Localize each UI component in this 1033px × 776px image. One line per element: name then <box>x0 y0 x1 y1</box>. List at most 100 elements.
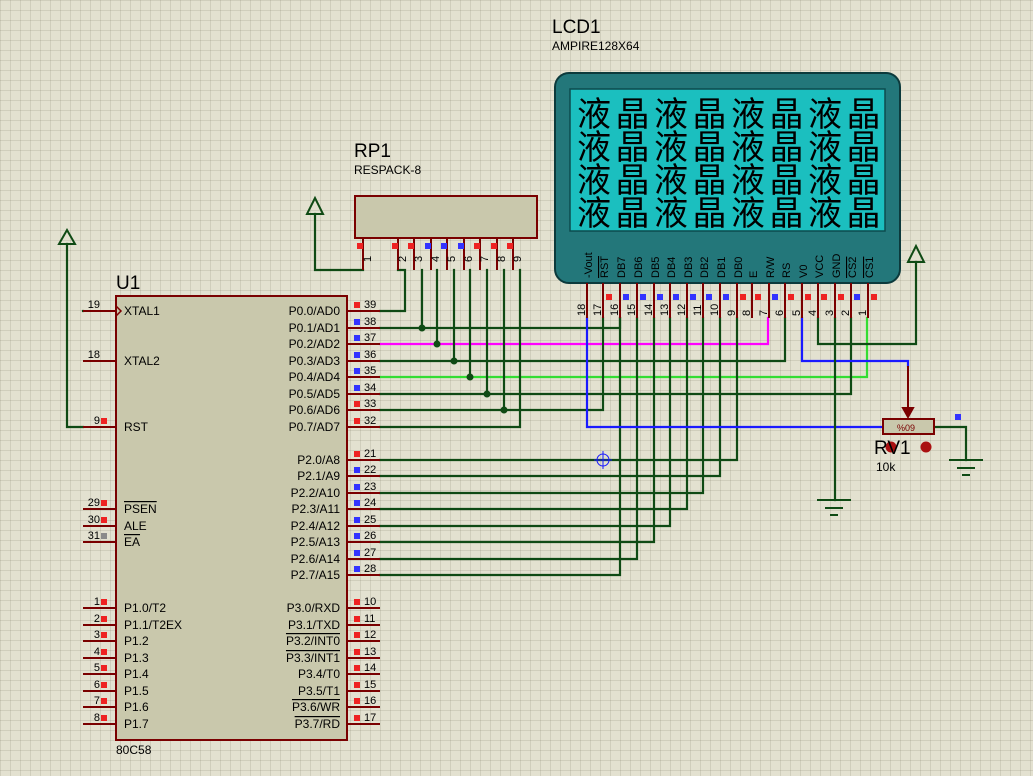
lcd1-part-label: AMPIRE128X64 <box>552 39 640 53</box>
wire <box>378 268 407 313</box>
lcd-pin-label: DB4 <box>666 257 678 278</box>
lcd-glyph: 晶 <box>616 194 650 234</box>
u1-pin-number: 38 <box>364 316 376 328</box>
u1-pin-label: P3.5/T1 <box>298 684 340 698</box>
lcd-pin-marker <box>640 294 646 300</box>
u1-pin-marker <box>101 715 107 721</box>
u1-pin-marker <box>101 500 107 506</box>
u1-pin-label: XTAL2 <box>124 354 160 368</box>
u1-pin-label: P3.7/RD <box>295 717 341 731</box>
u1-pin-marker <box>354 467 360 473</box>
rp1-resistor-pack[interactable]: RP1 RESPACK-8 1 23456789 <box>354 141 538 270</box>
lcd-pin-marker <box>838 294 844 300</box>
u1-pin-marker <box>354 533 360 539</box>
u1-pin-number: 14 <box>364 662 376 674</box>
u1-pin-label: P0.0/AD0 <box>289 304 341 318</box>
u1-pin-number: 19 <box>88 299 100 311</box>
wire <box>585 316 885 429</box>
lcd-pin-number: 18 <box>576 304 588 316</box>
lcd-pin-label: R/W <box>765 256 777 278</box>
u1-pin-number: 21 <box>364 448 376 460</box>
rp1-pin-number: 5 <box>446 256 458 262</box>
u1-pin-label: P3.3/INT1 <box>286 651 340 665</box>
junction-dot <box>500 406 508 414</box>
rp1-pin-marker <box>491 243 497 249</box>
lcd-pin-number: 14 <box>643 304 655 316</box>
u1-pin-number: 30 <box>88 514 100 526</box>
lcd1-display[interactable]: 液晶液晶液晶液晶液晶液晶液晶液晶液晶液晶液晶液晶液晶液晶液晶液晶 LCD1 AM… <box>552 17 901 318</box>
u1-pin-number: 25 <box>364 514 376 526</box>
lcd-glyph: 液 <box>808 194 842 234</box>
lcd-pin-label: GND <box>831 254 843 279</box>
schematic-canvas[interactable]: U1 80C58 19 XTAL118 XTAL29 RST29 PSEN30 ALE31… <box>0 0 1033 776</box>
u1-pin-number: 16 <box>364 695 376 707</box>
u1-pin-number: 8 <box>94 712 100 724</box>
rp1-pin-marker <box>357 243 363 249</box>
u1-pin-marker <box>101 665 107 671</box>
u1-pin-number: 31 <box>88 530 100 542</box>
u1-pin-marker <box>354 484 360 490</box>
lcd-pin-marker <box>657 294 663 300</box>
u1-pin-label: P1.3 <box>124 651 149 665</box>
u1-pin-label: P2.0/A8 <box>297 453 340 467</box>
lcd-pin-marker <box>690 294 696 300</box>
wire <box>378 316 605 412</box>
u1-pin-label: P0.3/AD3 <box>289 354 341 368</box>
u1-pin-number: 2 <box>94 613 100 625</box>
u1-pin-marker <box>101 616 107 622</box>
u1-pin-number: 28 <box>364 563 376 575</box>
u1-pin-marker <box>354 682 360 688</box>
u1-pin-number: 39 <box>364 299 376 311</box>
u1-ref-label: U1 <box>116 273 140 294</box>
rp1-pin-marker <box>425 243 431 249</box>
u1-pin-label: P1.6 <box>124 700 149 714</box>
lcd-pin-label: RST <box>599 256 611 278</box>
u1-pin-marker <box>354 401 360 407</box>
rp1-pin-marker <box>507 243 513 249</box>
lcd1-pins: 18-Vout17RST16DB715DB614DB513DB412DB311D… <box>576 252 877 318</box>
u1-pin-label: P3.4/T0 <box>298 667 340 681</box>
u1-pin-label: P3.0/RXD <box>287 601 341 615</box>
rp1-pin-number: 4 <box>430 256 442 262</box>
u1-pin-label: P0.6/AD6 <box>289 403 341 417</box>
u1-pin-number: 9 <box>94 415 100 427</box>
ground-icon <box>949 459 983 476</box>
u1-pin-marker <box>101 649 107 655</box>
wire <box>378 268 522 429</box>
u1-pin-label: P1.2 <box>124 634 149 648</box>
lcd-pin-label: V0 <box>798 265 810 278</box>
u1-pin-marker <box>101 599 107 605</box>
rp1-pin-marker <box>474 243 480 249</box>
wire <box>932 425 968 462</box>
lcd-pin-label: DB6 <box>633 257 645 278</box>
u1-pin-marker <box>354 302 360 308</box>
rv1-potentiometer[interactable]: %09 RV1 10k <box>874 366 961 474</box>
u1-pin-label: EA <box>124 535 140 549</box>
rp1-pin-marker <box>458 243 464 249</box>
u1-pin-marker <box>354 500 360 506</box>
u1-pin-marker <box>354 385 360 391</box>
junction-dot <box>433 340 441 348</box>
lcd-glyph: 液 <box>731 194 765 234</box>
u1-pin-number: 4 <box>94 646 100 658</box>
u1-pin-marker <box>354 517 360 523</box>
wire-junctions <box>418 324 508 414</box>
u1-pin-label: P1.0/T2 <box>124 601 166 615</box>
u1-pin-marker <box>354 418 360 424</box>
lcd-pin-label: RS <box>781 263 793 278</box>
u1-pin-number: 3 <box>94 629 100 641</box>
u1-pin-marker <box>354 698 360 704</box>
u1-pin-marker <box>354 715 360 721</box>
u1-pin-label: P2.1/A9 <box>297 469 340 483</box>
rv1-adjust-right-icon[interactable] <box>920 441 932 453</box>
u1-pin-number: 33 <box>364 398 376 410</box>
u1-microcontroller[interactable]: U1 80C58 19 XTAL118 XTAL29 RST29 PSEN30 ALE31… <box>83 273 380 757</box>
lcd-pin-number: 17 <box>592 304 604 316</box>
ground-symbols <box>817 459 983 516</box>
u1-pin-label: P1.4 <box>124 667 149 681</box>
u1-pin-number: 17 <box>364 712 376 724</box>
u1-pin-number: 15 <box>364 679 376 691</box>
u1-pin-marker <box>354 599 360 605</box>
junction-dot <box>466 373 474 381</box>
rp1-pin-marker <box>441 243 447 249</box>
